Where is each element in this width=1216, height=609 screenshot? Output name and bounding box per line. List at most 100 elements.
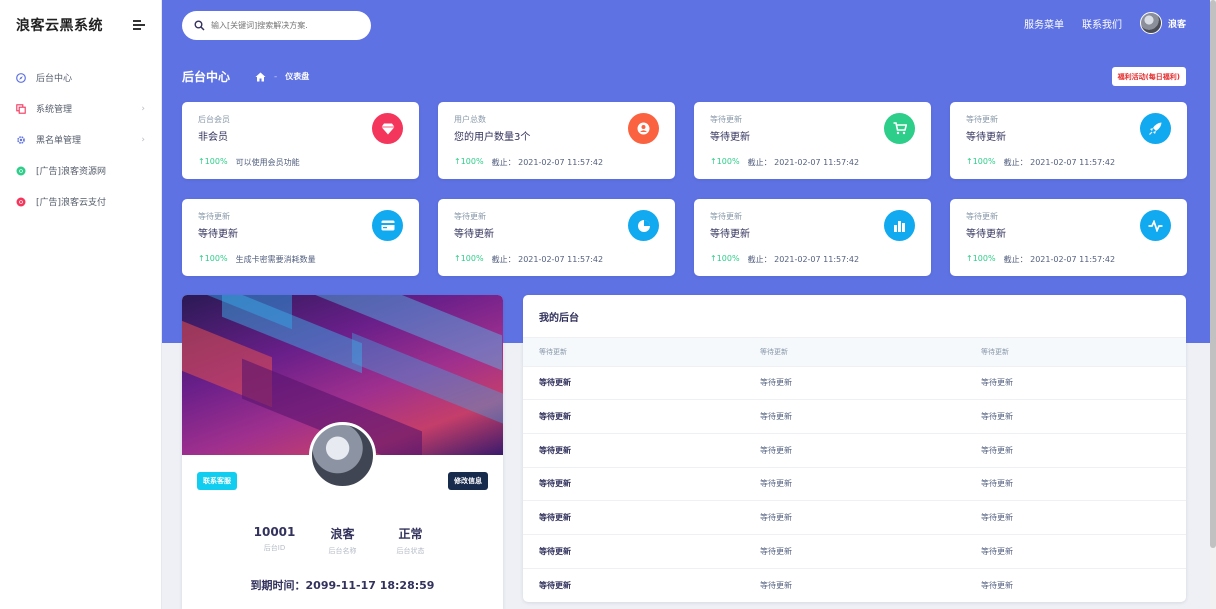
table-cell: 等待更新 bbox=[965, 533, 1186, 569]
table-row: 等待更新 等待更新 等待更新 bbox=[523, 466, 1186, 501]
stat-footer: ↑100% 截止： 2021-02-07 11:57:42 bbox=[710, 157, 859, 168]
stat-note: 可以使用会员功能 bbox=[235, 158, 300, 167]
sidebar: 浪客云黑系统 后台中心 系统管理 › 黑名单管理 › [广告]浪客资源网 [广告… bbox=[0, 0, 162, 609]
data-table: 等待更新 等待更新 等待更新 等待更新 等待更新 等待更新 等待更新 等待更新 等待更新… bbox=[523, 338, 1186, 602]
stat-percent: ↑100% bbox=[454, 157, 484, 166]
sidebar-item-blacklist[interactable]: 黑名单管理 › bbox=[0, 124, 161, 155]
main-content: 服务菜单 联系我们 浪客 后台中心 - 仪表盘 福利活动(每日福利) 后台会员 … bbox=[162, 0, 1210, 609]
stat-percent: ↑100% bbox=[198, 254, 228, 263]
stat-footer: ↑100% 截止： 2021-02-07 11:57:42 bbox=[966, 254, 1115, 265]
stat-card-pending-1: 等待更新 等待更新 ↑100% 截止： 2021-02-07 11:57:42 bbox=[694, 102, 931, 179]
rocket-icon bbox=[1140, 113, 1171, 144]
table-cell: 等待更新 bbox=[965, 365, 1186, 400]
profile-card: 联系客服 修改信息 10001 后台ID 浪客 后台名称 正常 后台状态 到期时… bbox=[182, 295, 503, 609]
stat-footer: ↑100% 截止： 2021-02-07 11:57:42 bbox=[710, 254, 859, 265]
profile-stats: 10001 后台ID 浪客 后台名称 正常 后台状态 bbox=[182, 525, 503, 556]
chrome-icon bbox=[16, 197, 26, 207]
table-row: 等待更新 等待更新 等待更新 bbox=[523, 567, 1186, 602]
stat-note: 截止： 2021-02-07 11:57:42 bbox=[1003, 255, 1116, 264]
stat-footer: ↑100% 截止： 2021-02-07 11:57:42 bbox=[454, 157, 603, 168]
stat-footer: ↑100% 可以使用会员功能 bbox=[198, 157, 300, 168]
search-input[interactable] bbox=[211, 21, 361, 30]
contact-support-button[interactable]: 联系客服 bbox=[197, 472, 237, 490]
table-header-row: 等待更新 等待更新 等待更新 bbox=[523, 338, 1186, 366]
stat-note: 截止： 2021-02-07 11:57:42 bbox=[747, 158, 860, 167]
column-header: 等待更新 bbox=[744, 338, 965, 366]
stat-value: 10001 bbox=[253, 525, 296, 539]
sidebar-item-ad-pay[interactable]: [广告]浪客云支付 bbox=[0, 186, 161, 217]
stat-footer: ↑100% 截止： 2021-02-07 11:57:42 bbox=[966, 157, 1115, 168]
stat-percent: ↑100% bbox=[198, 157, 228, 166]
table-cell: 等待更新 bbox=[965, 567, 1186, 602]
profile-stat-id: 10001 后台ID bbox=[241, 525, 309, 556]
user-icon bbox=[628, 113, 659, 144]
table-cell: 等待更新 bbox=[523, 567, 744, 602]
table-cell: 等待更新 bbox=[965, 432, 1186, 468]
stat-percent: ↑100% bbox=[710, 254, 740, 263]
home-icon[interactable] bbox=[255, 72, 266, 82]
sidebar-nav: 后台中心 系统管理 › 黑名单管理 › [广告]浪客资源网 [广告]浪客云支付 bbox=[0, 62, 161, 217]
table-cell: 等待更新 bbox=[523, 500, 744, 535]
sidebar-item-label: 后台中心 bbox=[36, 74, 73, 84]
promo-button[interactable]: 福利活动(每日福利) bbox=[1111, 67, 1186, 86]
user-name[interactable]: 浪客 bbox=[1168, 17, 1186, 30]
page-title: 后台中心 bbox=[182, 70, 231, 84]
sidebar-item-label: 黑名单管理 bbox=[36, 136, 82, 146]
diamond-icon bbox=[372, 113, 403, 144]
table-cell: 等待更新 bbox=[965, 500, 1186, 535]
stat-percent: ↑100% bbox=[966, 157, 996, 166]
edit-info-button[interactable]: 修改信息 bbox=[448, 472, 488, 490]
stat-percent: ↑100% bbox=[966, 254, 996, 263]
table-cell: 等待更新 bbox=[523, 466, 744, 501]
table-row: 等待更新 等待更新 等待更新 bbox=[523, 533, 1186, 569]
scrollbar-thumb[interactable] bbox=[1210, 0, 1216, 548]
table-cell: 等待更新 bbox=[744, 567, 965, 602]
profile-stat-name: 浪客 后台名称 bbox=[309, 525, 377, 556]
page-scrollbar[interactable] bbox=[1210, 0, 1216, 609]
stat-value: 浪客 bbox=[330, 527, 355, 541]
stat-card-pending-6: 等待更新 等待更新 ↑100% 截止： 2021-02-07 11:57:42 bbox=[950, 199, 1187, 276]
service-menu-link[interactable]: 服务菜单 bbox=[1024, 16, 1064, 31]
table-cell: 等待更新 bbox=[965, 399, 1186, 434]
table-title: 我的后台 bbox=[523, 295, 1186, 338]
stat-note: 生成卡密需要消耗数量 bbox=[235, 255, 316, 264]
breadcrumb-current[interactable]: 仪表盘 bbox=[285, 71, 309, 82]
search-icon bbox=[194, 20, 205, 31]
stat-card-membership: 后台会员 非会员 ↑100% 可以使用会员功能 bbox=[182, 102, 419, 179]
sidebar-item-ad-resource[interactable]: [广告]浪客资源网 bbox=[0, 155, 161, 186]
table-row: 等待更新 等待更新 等待更新 bbox=[523, 500, 1186, 535]
table-row: 等待更新 等待更新 等待更新 bbox=[523, 399, 1186, 434]
stat-label: 后台名称 bbox=[328, 547, 357, 555]
expire-time: 到期时间：2099-11-17 18:28:59 bbox=[250, 579, 435, 592]
sidebar-item-dashboard[interactable]: 后台中心 bbox=[0, 62, 161, 93]
breadcrumb-separator: - bbox=[274, 71, 278, 82]
card-icon bbox=[372, 210, 403, 241]
column-header: 等待更新 bbox=[523, 338, 744, 366]
menu-toggle-icon[interactable] bbox=[133, 20, 145, 30]
stat-note: 截止： 2021-02-07 11:57:42 bbox=[747, 255, 860, 264]
column-header: 等待更新 bbox=[965, 338, 1186, 366]
user-avatar[interactable] bbox=[1139, 12, 1162, 34]
stat-value: 正常 bbox=[398, 527, 423, 541]
sidebar-item-system[interactable]: 系统管理 › bbox=[0, 93, 161, 124]
table-row: 等待更新 等待更新 等待更新 bbox=[523, 365, 1186, 400]
stat-label: 后台状态 bbox=[396, 547, 425, 555]
table-cell: 等待更新 bbox=[744, 365, 965, 400]
table-cell: 等待更新 bbox=[744, 466, 965, 501]
profile-stat-status: 正常 后台状态 bbox=[377, 525, 445, 556]
stat-card-pending-4: 等待更新 等待更新 ↑100% 截止： 2021-02-07 11:57:42 bbox=[438, 199, 675, 276]
sidebar-item-label: 系统管理 bbox=[36, 105, 73, 115]
table-cell: 等待更新 bbox=[523, 365, 744, 400]
stat-card-pending-2: 等待更新 等待更新 ↑100% 截止： 2021-02-07 11:57:42 bbox=[950, 102, 1187, 179]
stat-card-pending-5: 等待更新 等待更新 ↑100% 截止： 2021-02-07 11:57:42 bbox=[694, 199, 931, 276]
pulse-icon bbox=[1140, 210, 1171, 241]
chevron-right-icon: › bbox=[141, 103, 145, 114]
table-cell: 等待更新 bbox=[965, 466, 1186, 501]
stat-percent: ↑100% bbox=[710, 157, 740, 166]
gear-icon bbox=[16, 135, 26, 145]
table-cell: 等待更新 bbox=[523, 533, 744, 569]
contact-us-link[interactable]: 联系我们 bbox=[1082, 16, 1122, 31]
stat-card-users: 用户总数 您的用户数量3个 ↑100% 截止： 2021-02-07 11:57:… bbox=[438, 102, 675, 179]
search-box[interactable] bbox=[182, 11, 371, 40]
my-backend-table-card: 我的后台 等待更新 等待更新 等待更新 等待更新 等待更新 等待更新 等待更新 等待更… bbox=[523, 295, 1186, 602]
